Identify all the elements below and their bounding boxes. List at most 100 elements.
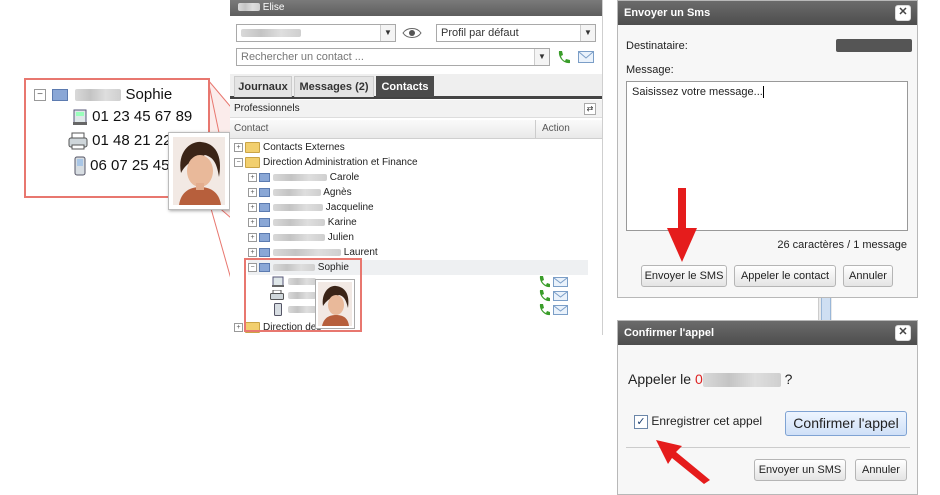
tab-journaux[interactable]: Journaux: [234, 76, 292, 97]
blurred-surname: [273, 173, 327, 181]
profile-select[interactable]: Profil par défaut ▼: [436, 24, 596, 42]
close-icon[interactable]: ✕: [895, 5, 911, 21]
column-action: Action: [542, 123, 570, 134]
send-sms-button[interactable]: Envoyer le SMS: [641, 265, 727, 287]
email-action-icon[interactable]: [553, 291, 568, 301]
tree-group-external[interactable]: + Contacts Externes: [234, 140, 345, 155]
expand-icon[interactable]: +: [248, 202, 257, 212]
mobile-phone-icon: [74, 156, 86, 176]
cancel-button[interactable]: Annuler: [843, 265, 893, 287]
message-label: Message:: [626, 64, 674, 76]
zoom-contact-row: − Sophie: [34, 86, 172, 103]
call-number-start: 0: [694, 371, 703, 387]
section-title: Professionnels: [234, 103, 300, 114]
character-counter: 26 caractères / 1 message: [777, 239, 907, 251]
contact-name: Karine: [327, 217, 357, 228]
expand-icon[interactable]: +: [248, 187, 257, 197]
profile-select-value: Profil par défaut: [441, 27, 519, 39]
blurred-user-prefix: [238, 3, 260, 12]
contact-card-icon: [259, 202, 270, 212]
search-input[interactable]: Rechercher un contact ... ▼: [236, 48, 550, 66]
red-arrow-down: [667, 188, 697, 262]
contact-name: Jacqueline: [325, 202, 374, 213]
sms-dialog-title: Envoyer un Sms: [624, 7, 711, 19]
zoom-contact-name: Sophie: [125, 86, 173, 103]
collapse-icon[interactable]: −: [234, 157, 243, 167]
close-icon[interactable]: ✕: [895, 325, 911, 341]
contact-card-icon: [259, 172, 270, 182]
email-icon[interactable]: [578, 51, 594, 63]
avatar: [173, 137, 225, 205]
zoom-fax-row: 01 48 21 22: [68, 132, 171, 150]
chevron-down-icon: ▼: [534, 49, 549, 65]
blurred-surname: [273, 248, 341, 256]
folder-icon: [245, 156, 260, 168]
expand-icon[interactable]: +: [248, 232, 257, 242]
contact-card-icon: [259, 187, 270, 197]
contact-name: Agnès: [323, 187, 352, 198]
list-item[interactable]: + Agnès: [248, 185, 352, 200]
expand-icon[interactable]: +: [234, 322, 243, 332]
folder-icon: [245, 141, 260, 153]
email-action-icon[interactable]: [553, 305, 568, 315]
zoom-number-2: 01 48 21 22: [92, 132, 172, 149]
call-dialog-title-bar: Confirmer l'appel ✕: [618, 321, 917, 345]
phone-icon[interactable]: [556, 49, 572, 65]
contact-name: Carole: [329, 172, 360, 183]
landline-phone-icon: [73, 109, 87, 126]
blurred-user-value: [241, 29, 301, 38]
confirm-call-button[interactable]: Confirmer l'appel: [785, 411, 907, 436]
list-item[interactable]: + Carole: [248, 170, 359, 185]
zoom-mobile-row: 06 07 25 45: [74, 156, 169, 176]
call-dialog-title: Confirmer l'appel: [624, 327, 715, 339]
call-action-icon[interactable]: [538, 289, 551, 302]
call-action-icon[interactable]: [538, 275, 551, 288]
collapse-icon: −: [34, 89, 46, 102]
contact-name: Laurent: [343, 247, 378, 258]
email-action-icon[interactable]: [553, 277, 568, 287]
search-placeholder: Rechercher un contact ...: [241, 51, 364, 63]
contact-card-icon: [259, 247, 270, 257]
message-text: Saisissez votre message...: [632, 86, 763, 98]
text-cursor: [762, 86, 764, 99]
call-action-icon[interactable]: [538, 303, 551, 316]
expand-icon[interactable]: +: [248, 247, 257, 257]
expand-icon[interactable]: +: [248, 217, 257, 227]
recipient-label: Destinataire:: [626, 40, 688, 52]
list-item[interactable]: + Julien: [248, 230, 354, 245]
expand-icon[interactable]: +: [248, 172, 257, 182]
cancel-button[interactable]: Annuler: [855, 459, 907, 481]
record-call-checkbox[interactable]: ✓: [634, 414, 648, 429]
contact-card-icon: [259, 217, 270, 227]
eye-icon[interactable]: [402, 26, 422, 40]
zoom-number-1: 01 23 45 67 89: [92, 108, 193, 125]
call-prompt-suffix: ?: [784, 371, 793, 387]
avatar: [318, 282, 352, 326]
blurred-surname: [273, 188, 321, 196]
send-sms-button[interactable]: Envoyer un SMS: [754, 459, 846, 481]
record-call-checkbox-row[interactable]: ✓ Enregistrer cet appel: [634, 414, 762, 429]
tab-messages[interactable]: Messages (2): [294, 76, 374, 97]
contact-photo-small: [315, 279, 355, 329]
zoom-number-3: 06 07 25 45: [90, 156, 170, 174]
user-select[interactable]: ▼: [236, 24, 396, 42]
record-call-label: Enregistrer cet appel: [651, 414, 763, 428]
tab-contacts[interactable]: Contacts: [376, 76, 434, 97]
chevron-down-icon: ▼: [380, 25, 395, 41]
chevron-down-icon: ▼: [580, 25, 595, 41]
list-item[interactable]: + Jacqueline: [248, 200, 374, 215]
column-divider: [535, 120, 536, 138]
panel-user-name: Elise: [262, 2, 285, 13]
list-item[interactable]: + Karine: [248, 215, 357, 230]
red-arrow-diagonal: [656, 440, 710, 484]
call-contact-button[interactable]: Appeler le contact: [734, 265, 836, 287]
contact-card-icon: [52, 89, 69, 102]
blurred-surname: [273, 203, 323, 211]
blurred-surname: [273, 233, 325, 241]
expand-icon[interactable]: +: [234, 142, 243, 152]
refresh-icon[interactable]: ⇄: [584, 103, 596, 115]
tree-group-direction[interactable]: − Direction Administration et Finance: [234, 155, 418, 170]
contact-name: Julien: [327, 232, 354, 243]
contact-card-icon: [259, 232, 270, 242]
sms-dialog-title-bar: Envoyer un Sms ✕: [618, 1, 917, 25]
